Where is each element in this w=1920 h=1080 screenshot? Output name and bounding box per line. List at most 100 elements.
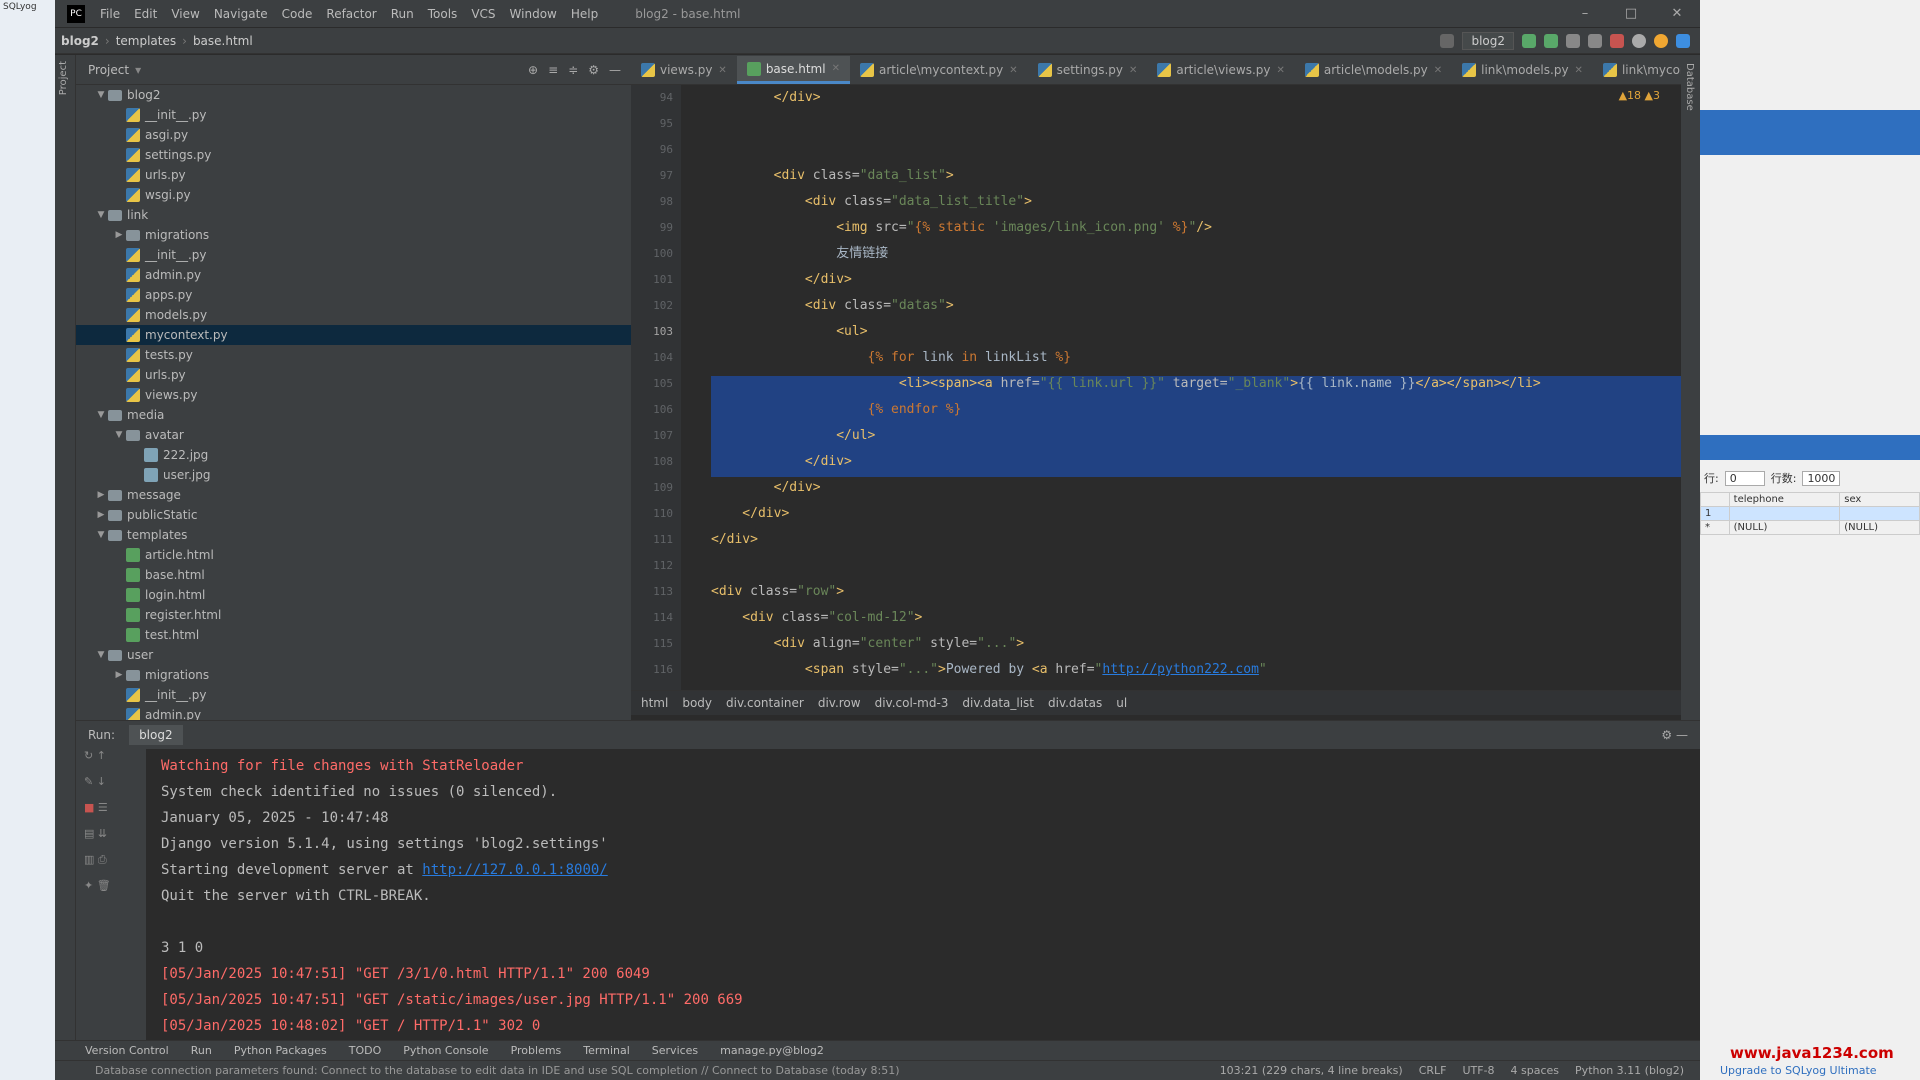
chevron-right-icon[interactable]: ▶	[112, 230, 126, 240]
tool-tab-terminal[interactable]: Terminal	[583, 1044, 630, 1057]
code-view[interactable]: </div> <div class="data_list"> <div clas…	[711, 85, 1686, 690]
rerun-icon[interactable]: ↻ ↑	[76, 749, 146, 775]
tree-file[interactable]: wsgi.py	[76, 185, 631, 205]
tree-file[interactable]: mycontext.py	[76, 325, 631, 345]
project-tool-tab[interactable]: Project	[58, 61, 69, 95]
tree-file[interactable]: tests.py	[76, 345, 631, 365]
upgrade-link[interactable]: Upgrade to SQLyog Ultimate	[1720, 1064, 1877, 1077]
nav-crumb-folder[interactable]: templates	[110, 34, 182, 48]
tree-folder[interactable]: ▼ blog2	[76, 85, 631, 105]
breadcrumb-item[interactable]: div.datas	[1048, 696, 1102, 710]
coverage-icon[interactable]	[1566, 33, 1580, 48]
project-panel-title[interactable]: Project	[88, 63, 129, 77]
menu-item-tools[interactable]: Tools	[421, 7, 465, 21]
tree-file[interactable]: asgi.py	[76, 125, 631, 145]
close-tab-icon[interactable]: ✕	[832, 63, 840, 74]
tab-article-mycontext-py[interactable]: article\mycontext.py ✕	[850, 56, 1028, 84]
tool-tab-version-control[interactable]: Version Control	[85, 1044, 169, 1057]
search-icon[interactable]	[1632, 33, 1646, 48]
tool-tab-problems[interactable]: Problems	[511, 1044, 562, 1057]
cell-null[interactable]: (NULL)	[1728, 520, 1841, 535]
close-tab-icon[interactable]: ✕	[1434, 65, 1442, 76]
profile-icon[interactable]	[1588, 33, 1602, 48]
close-tab-icon[interactable]: ✕	[1575, 65, 1583, 76]
expand-all-icon[interactable]: ≑	[568, 63, 578, 77]
console-output[interactable]: Watching for file changes with StatReloa…	[161, 753, 1661, 1043]
tree-file[interactable]: urls.py	[76, 365, 631, 385]
gear-icon[interactable]: ⚙	[588, 63, 599, 77]
tree-file[interactable]: register.html	[76, 605, 631, 625]
tree-file[interactable]: user.jpg	[76, 465, 631, 485]
rows-input[interactable]: 1000	[1802, 470, 1841, 486]
tool-tab-run[interactable]: Run	[191, 1044, 212, 1057]
stop-icon[interactable]	[1610, 33, 1624, 48]
tree-file[interactable]: models.py	[76, 305, 631, 325]
tree-file[interactable]: test.html	[76, 625, 631, 645]
breadcrumb-item[interactable]: ul	[1116, 696, 1127, 710]
col-sex[interactable]: sex	[1839, 492, 1920, 507]
tool-tab-todo[interactable]: TODO	[349, 1044, 382, 1057]
server-url-link[interactable]: http://127.0.0.1:8000/	[422, 862, 607, 878]
menu-item-code[interactable]: Code	[275, 7, 320, 21]
menu-item-window[interactable]: Window	[503, 7, 564, 21]
tree-file[interactable]: urls.py	[76, 165, 631, 185]
tree-file[interactable]: settings.py	[76, 145, 631, 165]
menu-item-navigate[interactable]: Navigate	[207, 7, 275, 21]
python-interpreter[interactable]: Python 3.11 (blog2)	[1575, 1064, 1684, 1077]
tree-file[interactable]: apps.py	[76, 285, 631, 305]
breadcrumb-item[interactable]: div.row	[818, 696, 861, 710]
menu-item-edit[interactable]: Edit	[127, 7, 164, 21]
breadcrumb-item[interactable]: div.container	[726, 696, 804, 710]
gear-icon[interactable]: ⚙ —	[1661, 728, 1700, 742]
update-icon[interactable]	[1654, 33, 1668, 48]
menu-item-help[interactable]: Help	[564, 7, 605, 21]
tree-folder[interactable]: ▶ migrations	[76, 665, 631, 685]
tool-tab-services[interactable]: Services	[652, 1044, 698, 1057]
close-tab-icon[interactable]: ✕	[718, 65, 726, 76]
tree-file[interactable]: article.html	[76, 545, 631, 565]
breadcrumb-item[interactable]: body	[682, 696, 712, 710]
layout-icon[interactable]: ▤ ⇊	[76, 827, 146, 853]
tool-tab-python-packages[interactable]: Python Packages	[234, 1044, 327, 1057]
line-separator[interactable]: CRLF	[1419, 1064, 1447, 1077]
tree-folder[interactable]: ▼ media	[76, 405, 631, 425]
tree-folder[interactable]: ▼ templates	[76, 525, 631, 545]
menu-item-refactor[interactable]: Refactor	[319, 7, 383, 21]
menu-item-view[interactable]: View	[164, 7, 206, 21]
user-icon[interactable]	[1440, 33, 1455, 48]
chevron-down-icon[interactable]: ▼	[94, 530, 108, 540]
close-tab-icon[interactable]: ✕	[1009, 65, 1017, 76]
tool-tab-manage-py-blog2[interactable]: manage.py@blog2	[720, 1044, 824, 1057]
chevron-right-icon[interactable]: ▶	[112, 670, 126, 680]
tab-views-py[interactable]: views.py ✕	[631, 56, 737, 84]
tab-settings-py[interactable]: settings.py ✕	[1028, 56, 1148, 84]
locate-icon[interactable]: ⊕	[528, 63, 538, 77]
plugin-icon[interactable]	[1676, 33, 1690, 48]
tree-file[interactable]: __init__.py	[76, 245, 631, 265]
maximize-icon[interactable]: □	[1608, 6, 1654, 21]
col-telephone[interactable]: telephone	[1728, 492, 1841, 507]
breadcrumb-item[interactable]: div.data_list	[962, 696, 1034, 710]
tab-link-models-py[interactable]: link\models.py ✕	[1452, 56, 1593, 84]
chevron-down-icon[interactable]: ▼	[94, 650, 108, 660]
stop-icon[interactable]: ■ ☰	[76, 801, 146, 827]
tree-folder[interactable]: ▼ link	[76, 205, 631, 225]
tree-file[interactable]: 222.jpg	[76, 445, 631, 465]
tree-file[interactable]: __init__.py	[76, 685, 631, 705]
wrench-icon[interactable]: ✎ ↓	[76, 775, 146, 801]
tree-file[interactable]: admin.py	[76, 265, 631, 285]
breadcrumb-item[interactable]: html	[641, 696, 668, 710]
print-icon[interactable]: ▥ ⎙	[76, 853, 146, 879]
tab-article-models-py[interactable]: article\models.py ✕	[1295, 56, 1452, 84]
offset-input[interactable]: 0	[1724, 470, 1765, 486]
tab-article-views-py[interactable]: article\views.py ✕	[1147, 56, 1295, 84]
tree-file[interactable]: login.html	[76, 585, 631, 605]
file-encoding[interactable]: UTF-8	[1462, 1064, 1494, 1077]
menu-item-vcs[interactable]: VCS	[464, 7, 502, 21]
database-tool-tab[interactable]: Database	[1684, 63, 1695, 111]
tree-file[interactable]: base.html	[76, 565, 631, 585]
minimize-icon[interactable]: –	[1562, 6, 1608, 21]
chevron-right-icon[interactable]: ▶	[94, 510, 108, 520]
close-tab-icon[interactable]: ✕	[1129, 65, 1137, 76]
tree-file[interactable]: views.py	[76, 385, 631, 405]
